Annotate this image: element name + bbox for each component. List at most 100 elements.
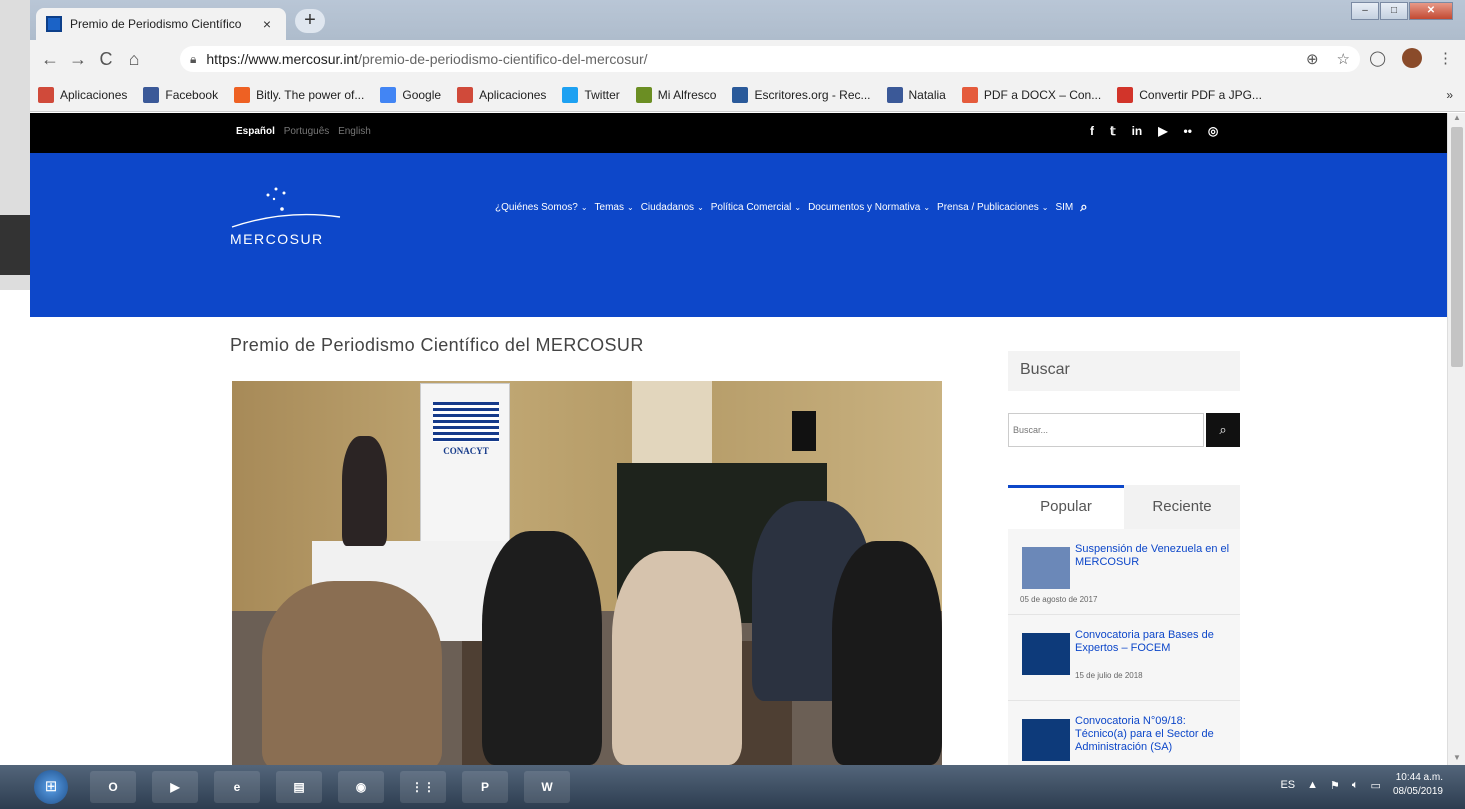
zoom-icon[interactable]: ⊕ [1306,50,1319,68]
extension-icon[interactable]: ◯ [1369,49,1386,67]
internet-explorer-taskbar-icon[interactable]: e [214,771,260,803]
nav-item[interactable]: ¿Quiénes Somos? ⌄ [495,202,588,213]
scroll-down-icon[interactable]: ▼ [1448,753,1465,765]
post-title[interactable]: Suspensión de Venezuela en el MERCOSUR [1075,543,1233,569]
list-item[interactable]: Convocatoria para Bases de Expertos – FO… [1008,615,1240,701]
bookmark-item[interactable]: Bitly. The power of... [234,86,364,103]
bookmark-item[interactable]: Aplicaciones [38,86,128,103]
nav-item-label: ¿Quiénes Somos? [495,201,578,213]
maximize-button[interactable]: □ [1380,2,1408,20]
bookmark-item[interactable]: Natalia [886,86,946,103]
powerpoint-taskbar-icon[interactable]: P [462,771,508,803]
scrollbar-thumb[interactable] [1451,127,1463,367]
post-date: 05 de agosto de 2017 [1020,595,1098,604]
nav-item[interactable]: Prensa / Publicaciones ⌄ [937,202,1048,213]
browser-tab-bar: Premio de Periodismo Científico × + – □ … [30,0,1465,40]
conacyt-banner-text: CONACYT [443,446,489,456]
word-taskbar-icon[interactable]: W [524,771,570,803]
language-en[interactable]: English [338,126,371,137]
outlook-taskbar-icon[interactable]: O [90,771,136,803]
bitly-icon [234,86,251,103]
search-input[interactable] [1008,413,1204,447]
volume-icon[interactable]: 🔈︎ [1352,779,1359,792]
bookmark-label: PDF a DOCX – Con... [983,87,1102,102]
bookmark-item[interactable]: Twitter [562,86,620,103]
tab-title: Premio de Periodismo Científico [70,17,242,31]
nav-item[interactable]: Política Comercial ⌄ [711,202,801,213]
list-item[interactable]: Suspensión de Venezuela en el MERCOSUR 0… [1008,529,1240,615]
profile-avatar[interactable] [1402,48,1422,68]
file-explorer-taskbar-icon[interactable]: ▤ [276,771,322,803]
tray-expand-icon[interactable]: ▲ [1307,779,1318,791]
bookmark-label: Aplicaciones [60,87,128,102]
browser-tab[interactable]: Premio de Periodismo Científico × [36,8,286,40]
facebook-icon[interactable]: f [1090,124,1094,138]
tab-popular[interactable]: Popular [1008,485,1124,529]
media-player-taskbar-icon[interactable]: ▶ [152,771,198,803]
flickr-icon[interactable]: •• [1184,124,1192,138]
bookmark-item[interactable]: Google [380,86,441,103]
network-icon[interactable]: ▭ [1371,779,1381,792]
chevron-down-icon: ⌄ [923,202,931,212]
escritores-icon [732,86,749,103]
facebook-icon [886,86,903,103]
input-language[interactable]: ES [1280,779,1295,791]
post-thumbnail[interactable] [1022,547,1070,589]
post-title[interactable]: Convocatoria N°09/18: Técnico(a) para el… [1075,715,1233,754]
bookmark-item[interactable]: Facebook [143,86,218,103]
nav-search-icon[interactable]: ⌕ [1080,199,1087,215]
article-photo[interactable]: CONACYT [232,381,942,765]
bookmark-star-icon[interactable]: ☆ [1337,50,1350,68]
language-switcher: Español Português English [236,126,377,137]
post-thumbnail[interactable] [1022,719,1070,761]
new-tab-button[interactable]: + [295,9,325,33]
list-item[interactable]: Convocatoria N°09/18: Técnico(a) para el… [1008,701,1240,765]
nav-item-label: Ciudadanos [640,201,695,213]
address-bar[interactable]: 🔒︎ https://www.mercosur.int /premio-de-p… [180,46,1360,72]
back-arrow-icon[interactable]: ← [36,49,64,70]
bookmark-item[interactable]: Mi Alfresco [635,86,716,103]
nav-item-label: Política Comercial [710,201,792,213]
search-icon[interactable]: ⌕ [1206,413,1240,447]
scroll-up-icon[interactable]: ▲ [1448,113,1465,125]
nav-item[interactable]: Ciudadanos ⌄ [641,202,704,213]
twitter-icon[interactable]: 𝕥 [1110,124,1116,138]
site-favicon-icon [46,16,62,32]
page-scrollbar[interactable]: ▲ ▼ [1447,113,1465,765]
forward-arrow-icon[interactable]: → [64,49,92,70]
bookmark-item[interactable]: Aplicaciones [457,86,546,103]
app-grid-taskbar-icon[interactable]: ⋮⋮ [400,771,446,803]
screen: Premio de Periodismo Científico × + – □ … [0,0,1465,809]
nav-item[interactable]: Temas ⌄ [595,202,634,213]
language-es[interactable]: Español [236,126,275,137]
bookmark-item[interactable]: Convertir PDF a JPG... [1117,86,1262,103]
linkedin-icon[interactable]: in [1132,124,1143,138]
minimize-button[interactable]: – [1351,2,1379,20]
logo-text[interactable]: MERCOSUR [230,231,324,247]
bookmarks-bar: Aplicaciones Facebook Bitly. The power of.… [30,78,1465,112]
bookmarks-overflow-button[interactable]: » [1446,88,1453,102]
home-icon[interactable]: ⌂ [120,49,148,70]
post-date: 15 de julio de 2018 [1075,671,1143,680]
clock[interactable]: 10:44 a.m. 08/05/2019 [1393,771,1443,799]
instagram-icon[interactable]: ◎ [1208,124,1218,138]
bookmark-item[interactable]: Escritores.org - Rec... [732,86,871,103]
start-button[interactable]: ⊞ [34,770,68,804]
action-center-flag-icon[interactable]: ⚑ [1330,779,1340,792]
bookmark-label: Natalia [908,87,946,102]
tab-close-icon[interactable]: × [258,16,276,32]
tab-recent[interactable]: Reciente [1124,485,1240,529]
bookmark-item[interactable]: PDF a DOCX – Con... [961,86,1102,103]
nav-item-label: Documentos y Normativa [808,201,921,213]
chrome-taskbar-icon[interactable]: ◉ [338,771,384,803]
post-thumbnail[interactable] [1022,633,1070,675]
post-title[interactable]: Convocatoria para Bases de Expertos – FO… [1075,629,1233,655]
language-pt[interactable]: Português [284,126,330,137]
reload-icon[interactable]: C [92,49,120,70]
window-close-button[interactable]: ✕ [1409,2,1453,20]
nav-item[interactable]: Documentos y Normativa ⌄ [808,202,930,213]
youtube-icon[interactable]: ▶ [1158,124,1167,138]
chevron-down-icon: ⌄ [626,202,634,212]
menu-kebab-icon[interactable]: ⋮ [1438,49,1453,67]
nav-item[interactable]: SIM [1055,202,1073,213]
